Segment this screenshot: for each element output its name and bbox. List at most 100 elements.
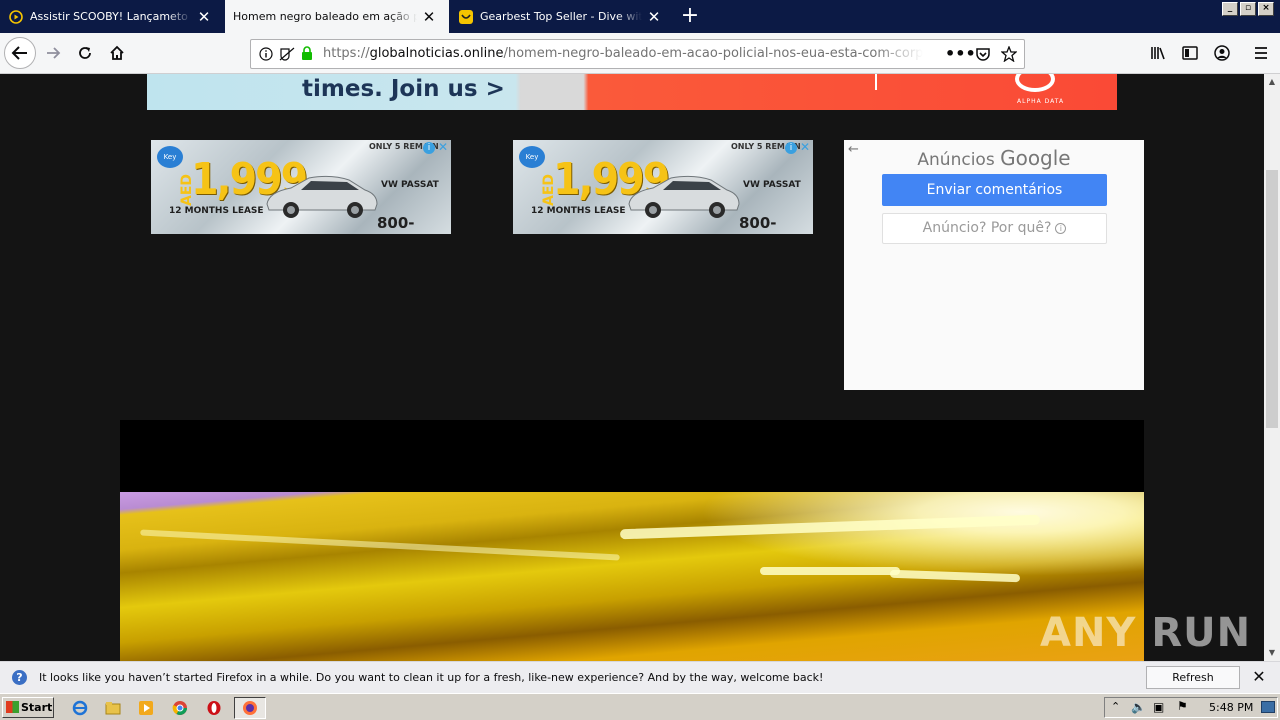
opera-icon[interactable] [204, 698, 224, 718]
dealer-logo-icon: Key [519, 146, 545, 168]
scroll-thumb[interactable] [1266, 170, 1278, 428]
firefox-window: Assistir SCOOBY! Lançameto 2020 ✕ Homem … [0, 0, 1280, 720]
alpha-data-logo-text: ALPHA DATA [1017, 98, 1065, 105]
tab-gearbest[interactable]: Gearbest Top Seller - Dive with the ✕ [450, 0, 674, 33]
google-ad-feedback-panel: ← Anúncios Google Enviar comentários Anú… [844, 140, 1144, 390]
forward-arrow-icon [47, 47, 61, 59]
page-content: times. Join us > ALPHA DATA Key AED 1,99… [0, 74, 1264, 661]
info-icon: i [1055, 222, 1067, 234]
restore-button[interactable]: ▫ [1240, 2, 1256, 16]
home-icon [110, 45, 124, 60]
back-button[interactable] [4, 37, 36, 69]
tab-scooby[interactable]: Assistir SCOOBY! Lançameto 2020 ✕ [0, 0, 224, 33]
windows-logo-icon [6, 701, 19, 713]
minimize-button[interactable]: _ [1222, 2, 1238, 16]
close-notification-icon[interactable]: ✕ [1250, 668, 1268, 686]
tab-homem-negro[interactable]: Homem negro baleado em ação policial ✕ [225, 0, 449, 33]
adchoices-icon[interactable]: i [785, 142, 797, 154]
vertical-scrollbar[interactable]: ▲ ▼ [1264, 74, 1280, 661]
ad-phone: 800-77529 [739, 214, 791, 234]
reload-button[interactable] [70, 38, 100, 68]
video-highlight [889, 569, 1021, 583]
ads-label: Anúncios [917, 150, 995, 170]
file-explorer-icon[interactable] [103, 698, 123, 718]
system-tray: ⌃ 🔈 ▣ ⚑ 5:48 PM [1104, 697, 1278, 718]
url-host: globalnoticias.online [369, 46, 504, 61]
ad-model: VW PASSAT [381, 180, 439, 190]
site-info-icon[interactable] [259, 47, 273, 64]
windows-taskbar: Start ⌃ 🔈 ▣ ⚑ 5:48 PM [0, 693, 1280, 720]
volume-icon[interactable]: 🔈 [1131, 700, 1146, 714]
why-this-ad-button[interactable]: Anúncio? Por quê? i [882, 213, 1107, 244]
tracking-protection-icon[interactable] [279, 47, 295, 64]
bookmark-star-icon[interactable] [1000, 45, 1018, 65]
alpha-data-logo-icon [1015, 74, 1055, 92]
url-text: https://globalnoticias.online/homem-negr… [323, 46, 923, 61]
close-ad-icon[interactable]: ✕ [799, 141, 811, 153]
car-image-icon [266, 175, 378, 218]
media-player-icon[interactable] [136, 698, 156, 718]
close-window-button[interactable]: × [1258, 2, 1274, 16]
firefox-taskbar-button[interactable] [234, 697, 266, 719]
tab-title: Homem negro baleado em ação policial [233, 10, 417, 23]
navigation-toolbar: https://globalnoticias.online/homem-negr… [0, 33, 1280, 74]
secure-lock-icon[interactable] [301, 46, 313, 64]
top-banner-ad[interactable]: times. Join us > ALPHA DATA [147, 74, 1117, 110]
question-icon: ? [12, 670, 27, 685]
why-this-ad-label: Anúncio? Por quê? [922, 220, 1052, 236]
action-center-flag-icon[interactable]: ⚑ [1177, 699, 1188, 713]
sidebar-icon [1182, 46, 1198, 60]
show-hidden-icons-icon[interactable]: ⌃ [1111, 700, 1120, 713]
tab-strip: Assistir SCOOBY! Lançameto 2020 ✕ Homem … [0, 0, 1280, 33]
dealer-logo-icon: Key [157, 146, 183, 168]
window-controls: _ ▫ × [1222, 2, 1274, 16]
clock: 5:48 PM [1209, 701, 1254, 714]
close-tab-icon[interactable]: ✕ [646, 9, 662, 25]
google-brand: Google [1000, 146, 1071, 170]
notification-bar: ? It looks like you haven’t started Fire… [0, 661, 1280, 705]
show-desktop-icon[interactable] [1261, 701, 1275, 713]
google-ads-title: Anúncios Google [844, 146, 1144, 170]
banner-divider [875, 74, 877, 90]
gearbest-icon [458, 9, 474, 25]
ad-model: VW PASSAT [743, 180, 801, 190]
video-player-top-bar [120, 420, 1144, 492]
close-ad-icon[interactable]: ✕ [437, 141, 449, 153]
chrome-icon[interactable] [170, 698, 190, 718]
car-lease-ad-2[interactable]: Key AED 1,999 12 MONTHS LEASE ONLY 5 REM… [513, 140, 813, 234]
home-button[interactable] [102, 38, 132, 68]
banner-ad-text: times. Join us > [302, 76, 505, 102]
hamburger-menu-icon [1255, 47, 1267, 59]
tab-title: Gearbest Top Seller - Dive with the [480, 10, 642, 23]
video-highlight [760, 567, 900, 575]
url-bar[interactable]: https://globalnoticias.online/homem-negr… [250, 39, 1025, 69]
send-feedback-button[interactable]: Enviar comentários [882, 174, 1107, 206]
car-lease-ad-1[interactable]: Key AED 1,999 12 MONTHS LEASE ONLY 5 REM… [151, 140, 451, 234]
tab-title: Assistir SCOOBY! Lançameto 2020 [30, 10, 192, 23]
account-button[interactable] [1207, 38, 1237, 68]
scroll-down-icon[interactable]: ▼ [1264, 645, 1280, 661]
forward-button[interactable] [38, 38, 68, 68]
library-button[interactable] [1144, 38, 1174, 68]
refresh-firefox-button[interactable]: Refresh Firefox… [1146, 666, 1240, 705]
pocket-icon[interactable] [975, 46, 991, 65]
network-icon[interactable]: ▣ [1153, 700, 1164, 714]
play-circle-icon [8, 9, 24, 25]
start-label: Start [21, 701, 53, 714]
new-tab-button[interactable]: + [678, 5, 702, 28]
close-tab-icon[interactable]: ✕ [421, 9, 437, 25]
reload-icon [79, 47, 91, 59]
car-image-icon [628, 175, 740, 218]
ad-lease-term: 12 MONTHS LEASE [169, 206, 264, 216]
video-player[interactable] [120, 492, 1144, 661]
firefox-icon [243, 701, 257, 715]
start-button[interactable]: Start [2, 697, 54, 718]
sidebar-button[interactable] [1175, 38, 1205, 68]
menu-button[interactable] [1246, 38, 1276, 68]
internet-explorer-icon[interactable] [70, 698, 90, 718]
page-actions-icon[interactable]: ••• [945, 44, 976, 63]
adchoices-icon[interactable]: i [423, 142, 435, 154]
close-tab-icon[interactable]: ✕ [196, 9, 212, 25]
scroll-up-icon[interactable]: ▲ [1264, 74, 1280, 90]
back-arrow-icon [11, 46, 27, 60]
